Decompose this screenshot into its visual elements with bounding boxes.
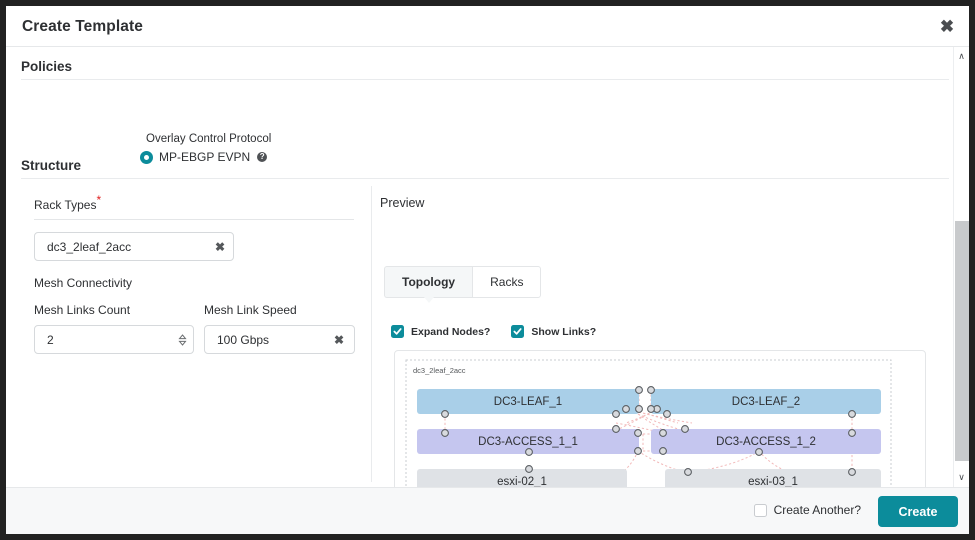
- close-icon[interactable]: ✖: [936, 16, 958, 38]
- structure-form-column: Rack Types* dc3_2leaf_2acc ✖ Mesh Connec…: [21, 192, 366, 477]
- node-leaf-2-label: DC3-LEAF_2: [732, 396, 800, 408]
- rack-types-rule: [34, 219, 354, 220]
- topology-canvas[interactable]: dc3_2leaf_2acc: [394, 350, 926, 487]
- dialog-header: Create Template ✖: [6, 6, 969, 47]
- rack-group-label: dc3_2leaf_2acc: [413, 366, 466, 375]
- node-leaf-1-label: DC3-LEAF_1: [494, 396, 562, 408]
- mesh-links-count-input[interactable]: 2: [34, 325, 194, 354]
- create-template-dialog: Create Template ✖ Policies Overlay Contr…: [6, 6, 969, 534]
- tab-topology[interactable]: Topology: [384, 266, 472, 298]
- rack-types-input[interactable]: dc3_2leaf_2acc ✖: [34, 232, 234, 261]
- clear-icon[interactable]: ✖: [207, 240, 225, 254]
- create-another-label: Create Another?: [774, 503, 861, 517]
- scroll-up-icon[interactable]: ∧: [954, 49, 969, 64]
- mesh-links-count-value: 2: [47, 333, 54, 347]
- node-esxi-03-1-label: esxi-03_1: [748, 476, 798, 487]
- rack-types-label-text: Rack Types: [34, 198, 96, 212]
- section-header-policies: Policies: [21, 59, 949, 80]
- preview-options: Expand Nodes? Show Links?: [391, 325, 610, 338]
- tab-racks[interactable]: Racks: [472, 266, 541, 298]
- dialog-footer: Create Another? Create: [6, 487, 969, 534]
- scroll-down-icon[interactable]: ∨: [954, 470, 969, 485]
- quantity-stepper[interactable]: [178, 334, 187, 346]
- node-access-1-2-label: DC3-ACCESS_1_2: [716, 436, 816, 448]
- column-divider: [371, 186, 372, 482]
- stepper-arrows-icon: [178, 334, 187, 346]
- clear-icon[interactable]: ✖: [326, 333, 344, 347]
- mesh-link-speed-value: 100 Gbps: [217, 333, 269, 347]
- check-icon: [513, 327, 522, 336]
- page-title: Create Template: [22, 18, 143, 36]
- mesh-link-speed-label: Mesh Link Speed: [204, 303, 297, 317]
- expand-nodes-label: Expand Nodes?: [411, 326, 490, 338]
- show-links-label: Show Links?: [531, 326, 596, 338]
- check-icon: [393, 327, 402, 336]
- preview-column: Preview Topology Racks Expand Nodes? Sho…: [380, 192, 940, 482]
- node-esxi-02-1-label: esxi-02_1: [497, 476, 547, 487]
- vertical-scrollbar[interactable]: ∧ ∨: [953, 47, 969, 487]
- overlay-control-protocol-label: Overlay Control Protocol: [146, 133, 271, 145]
- topology-diagram: dc3_2leaf_2acc: [395, 351, 925, 487]
- rack-types-value: dc3_2leaf_2acc: [47, 240, 131, 254]
- section-header-structure: Structure: [21, 158, 949, 179]
- expand-nodes-checkbox[interactable]: [391, 325, 404, 338]
- show-links-checkbox[interactable]: [511, 325, 524, 338]
- screenshot-root: Create Template ✖ Policies Overlay Contr…: [0, 0, 975, 540]
- preview-tabs: Topology Racks: [384, 266, 541, 298]
- create-button[interactable]: Create: [878, 496, 958, 527]
- preview-label: Preview: [380, 196, 424, 210]
- mesh-connectivity-label: Mesh Connectivity: [34, 276, 132, 290]
- create-another-checkbox[interactable]: [754, 504, 767, 517]
- rack-group-boundary: [406, 360, 891, 487]
- scrollbar-thumb[interactable]: [955, 221, 969, 461]
- create-another-option[interactable]: Create Another?: [754, 503, 861, 517]
- dialog-body: Policies Overlay Control Protocol MP-EBG…: [6, 47, 953, 487]
- node-access-1-1-label: DC3-ACCESS_1_1: [478, 436, 578, 448]
- mesh-links-count-label: Mesh Links Count: [34, 303, 130, 317]
- rack-types-label: Rack Types*: [34, 198, 101, 212]
- mesh-link-speed-input[interactable]: 100 Gbps ✖: [204, 325, 355, 354]
- required-marker: *: [96, 193, 101, 207]
